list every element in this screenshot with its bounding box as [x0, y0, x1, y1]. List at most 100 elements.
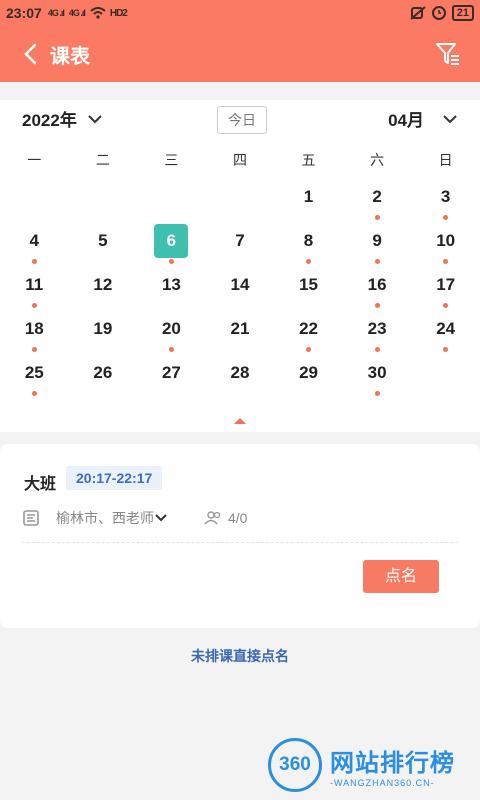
divider — [22, 542, 458, 543]
weekday-label: 日 — [438, 152, 453, 168]
day-cell[interactable]: 24 — [411, 312, 480, 356]
course-dot-indicator — [31, 259, 37, 264]
status-time: 23:07 — [6, 5, 42, 21]
day-cell[interactable]: 27 — [137, 356, 206, 400]
weekday-label: 一 — [27, 152, 42, 168]
wifi-icon — [90, 7, 106, 19]
day-cell[interactable]: 18 — [0, 312, 69, 356]
filter-icon — [436, 43, 459, 65]
status-bar: 23:07 4G .ıl 4G .ıl HD2 21 — [0, 0, 480, 26]
day-cell[interactable]: 21 — [206, 312, 275, 356]
chevron-down-icon — [155, 514, 167, 522]
day-cell[interactable]: 15 — [274, 268, 343, 312]
year-selector[interactable]: 2022年 — [22, 106, 103, 131]
back-button[interactable] — [10, 26, 50, 82]
weekday-label: 二 — [95, 152, 110, 168]
day-cell[interactable]: 22 — [274, 312, 343, 356]
course-dot-indicator — [31, 347, 37, 352]
empty-day-cell — [206, 180, 275, 224]
month-selector[interactable]: 04月 — [388, 106, 458, 131]
page-title: 课表 — [50, 45, 90, 68]
weekday-label: 六 — [370, 152, 385, 168]
day-number: 7 — [235, 231, 245, 250]
day-number: 4 — [29, 231, 40, 250]
hd-icon: HD2 — [109, 7, 128, 19]
calendar-toolbar: 2022年 今日 04月 — [0, 100, 480, 138]
day-cell[interactable]: 7 — [206, 224, 275, 268]
filter-button[interactable] — [434, 40, 462, 68]
today-button[interactable]: 今日 — [217, 106, 267, 134]
day-number: 15 — [299, 275, 318, 294]
battery-indicator: 21 — [451, 5, 474, 21]
month-label: 04月 — [388, 111, 424, 130]
chevron-down-icon — [443, 114, 457, 123]
course-name: 大班 — [24, 476, 57, 493]
day-cell[interactable]: 5 — [69, 224, 138, 268]
weekday-label: 五 — [301, 152, 316, 168]
empty-day-cell — [0, 180, 69, 224]
day-cell[interactable]: 19 — [69, 312, 138, 356]
day-cell[interactable]: 2 — [343, 180, 412, 224]
empty-day-cell — [69, 180, 138, 224]
alarm-icon — [431, 6, 446, 20]
day-number: 18 — [24, 319, 44, 338]
day-cell[interactable]: 16 — [343, 268, 412, 312]
day-cell[interactable]: 29 — [274, 356, 343, 400]
course-dot-indicator — [374, 215, 380, 220]
day-cell[interactable]: 13 — [137, 268, 206, 312]
day-cell[interactable]: 30 — [343, 356, 412, 400]
calendar: 2022年 今日 04月 一二三四五六日 1 2 3 4 5 6 7 8 9 10 11 12 13 14… — [0, 100, 480, 432]
day-grid: 1 2 3 4 5 6 7 8 9 10 11 12 13 14 15 16 17 18 19 20 21 22 23 24 2… — [0, 180, 480, 400]
collapse-calendar-arrow[interactable] — [234, 418, 246, 424]
day-number: 10 — [436, 231, 456, 250]
signal-icon: 4G .ıl — [47, 8, 65, 18]
day-cell[interactable]: 14 — [206, 268, 275, 312]
day-cell[interactable]: 6 — [137, 224, 206, 268]
day-number: 5 — [98, 231, 108, 250]
day-cell[interactable]: 23 — [343, 312, 412, 356]
day-number: 8 — [303, 231, 314, 250]
day-cell[interactable]: 3 — [411, 180, 480, 224]
day-cell[interactable]: 9 — [343, 224, 412, 268]
day-cell[interactable]: 1 — [274, 180, 343, 224]
course-dot-indicator — [306, 259, 312, 264]
day-cell[interactable]: 8 — [274, 224, 343, 268]
course-dot-indicator — [443, 347, 449, 352]
day-number: 1 — [303, 187, 314, 206]
course-dot-indicator — [374, 347, 380, 352]
day-number: 27 — [161, 363, 181, 382]
people-icon — [204, 511, 221, 525]
year-label: 2022年 — [22, 111, 77, 130]
day-cell[interactable]: 11 — [0, 268, 69, 312]
day-number: 2 — [372, 187, 382, 206]
day-number: 30 — [367, 363, 387, 382]
day-number: 23 — [367, 319, 387, 338]
rollcall-button[interactable]: 点名 — [363, 560, 439, 593]
day-number: 21 — [230, 319, 250, 338]
day-cell[interactable]: 4 — [0, 224, 69, 268]
day-number: 26 — [93, 363, 113, 382]
teacher-selector[interactable]: 榆林市、西老师 — [50, 508, 168, 528]
mute-icon — [410, 6, 426, 20]
day-cell[interactable]: 17 — [411, 268, 480, 312]
chevron-down-icon — [88, 114, 102, 123]
course-dot-indicator — [443, 259, 449, 264]
day-cell[interactable]: 25 — [0, 356, 69, 400]
course-card[interactable]: 大班 20:17-22:17 榆林市、西老师 4/0 点名 — [0, 444, 480, 628]
day-cell[interactable]: 26 — [69, 356, 138, 400]
day-cell[interactable]: 10 — [411, 224, 480, 268]
direct-rollcall-link[interactable]: 未排课直接点名 — [0, 646, 480, 666]
course-dot-indicator — [31, 391, 37, 396]
day-number: 3 — [440, 187, 451, 206]
classroom-icon — [23, 510, 39, 526]
weekday-label: 三 — [164, 152, 179, 168]
day-cell[interactable]: 20 — [137, 312, 206, 356]
course-dot-indicator — [374, 391, 380, 396]
day-cell[interactable]: 28 — [206, 356, 275, 400]
watermark-badge: 360 — [268, 738, 322, 792]
day-number: 28 — [230, 363, 250, 382]
empty-day-cell — [411, 356, 480, 400]
day-number: 25 — [24, 363, 44, 382]
day-number: 14 — [230, 275, 250, 294]
day-cell[interactable]: 12 — [69, 268, 138, 312]
